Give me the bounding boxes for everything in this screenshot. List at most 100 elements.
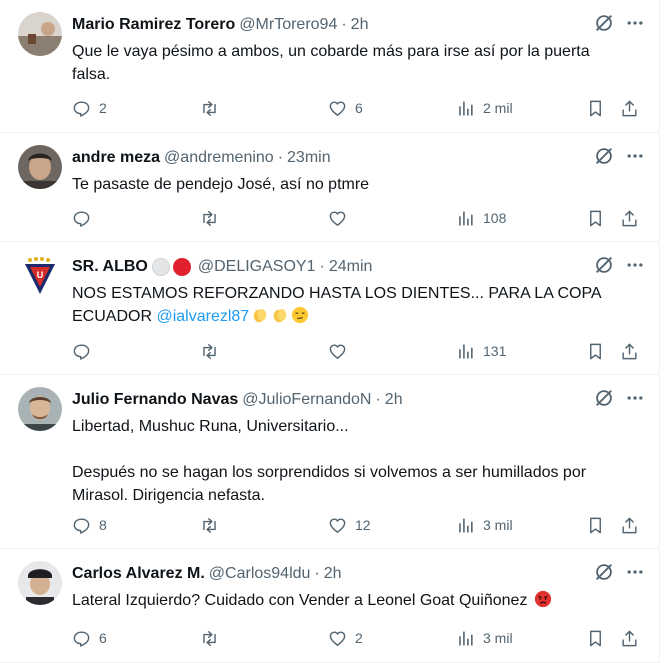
bookmark-button[interactable] (586, 207, 605, 229)
tweet-text-line: ECUADOR @ialvarezl87 (72, 305, 641, 328)
share-icon (622, 630, 637, 646)
display-name[interactable]: SR. ALBO (72, 258, 148, 276)
reply-button[interactable] (72, 207, 99, 229)
tweet-text: Que le vaya pésimo a ambos, un cobarde m… (72, 40, 641, 86)
heart-icon (329, 517, 346, 533)
tweet[interactable]: U SR. ALBO @DELIGASOY1 · 24min NOS ESTAM… (0, 242, 659, 375)
clapping-hands-emoji (253, 309, 267, 323)
views-button[interactable]: 3 mil (456, 514, 513, 536)
retweet-button[interactable] (200, 207, 227, 229)
tweet[interactable]: Julio Fernando Navas @JulioFernandoN · 2… (0, 375, 659, 549)
like-count: 12 (355, 517, 371, 533)
tweet-text-line: NOS ESTAMOS REFORZANDO HASTA LOS DIENTES… (72, 285, 602, 302)
tweet[interactable]: andre meza @andremenino · 23min Te pasas… (0, 133, 659, 242)
share-button[interactable] (620, 627, 639, 649)
heart-icon (329, 630, 346, 646)
unamused-face-emoji (292, 306, 309, 324)
timestamp[interactable]: 2h (385, 391, 403, 409)
bookmark-icon (590, 100, 601, 116)
more-options-icon[interactable] (625, 255, 645, 275)
views-button[interactable]: 131 (456, 340, 506, 362)
share-button[interactable] (620, 207, 639, 229)
views-button[interactable]: 3 mil (456, 627, 513, 649)
grok-icon[interactable] (593, 561, 615, 583)
reply-count: 6 (99, 630, 107, 646)
views-button[interactable]: 108 (456, 207, 506, 229)
tweet-text: NOS ESTAMOS REFORZANDO HASTA LOS DIENTES… (72, 282, 641, 328)
bookmark-button[interactable] (586, 514, 605, 536)
display-name[interactable]: Mario Ramirez Torero (72, 16, 235, 34)
share-button[interactable] (620, 514, 639, 536)
bookmark-button[interactable] (586, 97, 605, 119)
views-icon (459, 100, 473, 116)
like-button[interactable]: 12 (328, 514, 371, 536)
user-handle[interactable]: @MrTorero94 (239, 16, 337, 34)
display-name[interactable]: andre meza (72, 149, 160, 167)
like-button[interactable] (328, 207, 355, 229)
retweet-button[interactable] (200, 514, 227, 536)
user-handle[interactable]: @DELIGASOY1 (198, 258, 316, 276)
more-options-icon[interactable] (625, 562, 645, 582)
timestamp[interactable]: 23min (287, 149, 331, 167)
share-icon (622, 210, 637, 226)
reply-icon (73, 100, 90, 117)
timestamp[interactable]: 2h (351, 16, 369, 34)
share-button[interactable] (620, 340, 639, 362)
views-icon (459, 210, 473, 226)
tweet-text-line: falsa. (72, 66, 111, 83)
avatar[interactable] (18, 145, 62, 189)
retweet-button[interactable] (200, 340, 227, 362)
reply-button[interactable] (72, 340, 99, 362)
avatar[interactable] (18, 387, 62, 431)
timestamp[interactable]: 24min (329, 258, 373, 276)
share-button[interactable] (620, 97, 639, 119)
display-name[interactable]: Carlos Alvarez M. (72, 565, 205, 583)
grok-icon[interactable] (593, 387, 615, 409)
more-options-icon[interactable] (625, 146, 645, 166)
views-icon (459, 343, 473, 359)
share-icon (622, 100, 637, 116)
bookmark-button[interactable] (586, 340, 605, 362)
grok-icon[interactable] (593, 254, 615, 276)
like-count: 6 (355, 100, 363, 116)
reply-icon (73, 343, 90, 360)
tweet[interactable]: Carlos Alvarez M. @Carlos94ldu · 2h Late… (0, 549, 659, 663)
retweet-button[interactable] (200, 97, 227, 119)
dot-separator: · (314, 565, 320, 582)
more-options-icon[interactable] (625, 388, 645, 408)
dot-separator: · (319, 258, 325, 275)
avatar[interactable] (18, 561, 62, 605)
views-icon (459, 630, 473, 646)
avatar[interactable]: U (18, 254, 62, 298)
like-button[interactable]: 6 (328, 97, 363, 119)
display-name[interactable]: Julio Fernando Navas (72, 391, 238, 409)
dot-separator: · (375, 391, 381, 408)
user-handle[interactable]: @Carlos94ldu (209, 565, 311, 583)
heart-icon (329, 210, 346, 226)
retweet-button[interactable] (200, 627, 227, 649)
reply-button[interactable]: 6 (72, 627, 107, 649)
retweet-icon (203, 210, 216, 226)
bookmark-button[interactable] (586, 627, 605, 649)
like-button[interactable] (328, 340, 355, 362)
reply-button[interactable]: 8 (72, 514, 107, 536)
views-button[interactable]: 2 mil (456, 97, 513, 119)
grok-icon[interactable] (593, 12, 615, 34)
action-bar: 2 6 2 mil (72, 97, 641, 119)
reply-button[interactable]: 2 (72, 97, 107, 119)
bookmark-icon (590, 210, 601, 226)
reply-count: 8 (99, 517, 107, 533)
user-handle[interactable]: @andremenino (164, 149, 274, 167)
grok-icon[interactable] (593, 145, 615, 167)
like-button[interactable]: 2 (328, 627, 363, 649)
avatar[interactable] (18, 12, 62, 56)
tweet[interactable]: Mario Ramirez Torero @MrTorero94 · 2h Qu… (0, 0, 659, 133)
tweet-text: Lateral Izquierdo? Cuidado con Vender a … (72, 589, 641, 612)
share-icon (622, 343, 637, 359)
reply-icon (73, 517, 90, 534)
timestamp[interactable]: 2h (324, 565, 342, 583)
mention-link[interactable]: @ialvarezl87 (156, 308, 249, 325)
more-options-icon[interactable] (625, 13, 645, 33)
user-handle[interactable]: @JulioFernandoN (242, 391, 371, 409)
tweet-text-fragment: Lateral Izquierdo? Cuidado con Vender a … (72, 592, 528, 609)
